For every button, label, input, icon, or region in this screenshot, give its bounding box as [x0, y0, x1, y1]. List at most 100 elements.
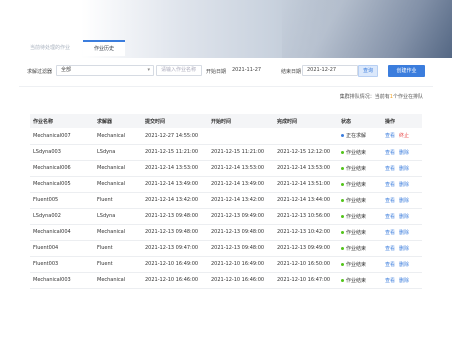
actions-cell: 查看 删除 [382, 176, 422, 193]
status-dot-icon [341, 246, 344, 250]
tab-bar: 当前待处理的作业 作业历史 [19, 40, 127, 56]
start-date-input[interactable]: 2021-11-27 [227, 65, 283, 76]
create-job-button[interactable]: 创建作业 [388, 65, 425, 77]
start-time-cell: 2021-12-13 09:48:00 [208, 240, 274, 257]
actions-cell: 查看 删除 [382, 240, 422, 257]
status-dot-icon [341, 198, 344, 202]
job-name-cell: Mechanical005 [30, 176, 94, 193]
job-name-cell: Mechanical007 [30, 128, 94, 145]
status-cell: 作业结束 [338, 256, 382, 273]
submit-time-cell: 2021-12-10 16:49:00 [142, 256, 208, 273]
job-name-input[interactable]: 请输入作业名称 [156, 65, 202, 76]
start-date-label: 开始日期 [206, 69, 227, 75]
solver-cell: Fluent [94, 192, 142, 209]
status-dot-icon [341, 214, 344, 218]
status-badge: 作业结束 [346, 165, 367, 172]
table-row: Mechanical007 Mechanical 2021-12-27 14:55:… [30, 128, 422, 145]
status-cell: 作业结束 [338, 224, 382, 241]
view-link[interactable]: 查看 [385, 278, 395, 284]
delete-link[interactable]: 删除 [399, 262, 409, 268]
start-time-cell: 2021-12-15 11:21:00 [208, 144, 274, 161]
submit-time-cell: 2021-12-15 11:21:00 [142, 144, 208, 161]
status-cell: 作业结束 [338, 160, 382, 177]
solver-cell: LSdyna [94, 208, 142, 225]
solver-filter-value: 全部 [61, 67, 72, 73]
solver-cell: Mechanical [94, 160, 142, 177]
status-dot-icon [341, 134, 344, 138]
job-name-cell: Mechanical004 [30, 224, 94, 241]
actions-cell: 查看 删除 [382, 224, 422, 241]
col-submit-time[interactable]: 提交时间 [142, 114, 208, 128]
status-dot-icon [341, 166, 344, 170]
delete-link[interactable]: 删除 [399, 150, 409, 156]
view-link[interactable]: 查看 [385, 133, 395, 139]
start-time-cell [208, 128, 274, 145]
status-badge: 作业结束 [346, 181, 367, 188]
status-cell: 作业结束 [338, 176, 382, 193]
status-dot-icon [341, 150, 344, 154]
submit-time-cell: 2021-12-27 14:55:00 [142, 128, 208, 145]
col-status[interactable]: 状态 [338, 114, 382, 128]
delete-link[interactable]: 删除 [399, 214, 409, 220]
end-time-cell: 2021-12-14 13:51:00 [274, 176, 338, 193]
col-end-time[interactable]: 完成时间 [274, 114, 338, 128]
tab-job-history[interactable]: 作业历史 [83, 40, 126, 56]
status-badge: 正在求解 [346, 133, 367, 140]
chevron-down-icon: ▾ [147, 67, 150, 73]
status-badge: 作业结束 [346, 245, 367, 252]
status-cell: 作业结束 [338, 208, 382, 225]
start-time-cell: 2021-12-13 09:49:00 [208, 208, 274, 225]
table-row: LSdyna003 LSdyna 2021-12-15 11:21:00 2021-1… [30, 144, 422, 161]
delete-link[interactable]: 删除 [399, 246, 409, 252]
solver-filter-select[interactable]: 全部 ▾ [56, 65, 154, 76]
actions-cell: 查看 删除 [382, 272, 422, 289]
status-badge: 作业结束 [346, 197, 367, 204]
end-time-cell: 2021-12-13 10:42:00 [274, 224, 338, 241]
table-row: Fluent003 Fluent 2021-12-10 16:49:00 2021-1… [30, 256, 422, 273]
terminate-link[interactable]: 终止 [399, 133, 409, 139]
job-history-panel: 集群排队情况：当前有1个作业在排队 作业名称 求解器 提交时间 开始时间 完成时… [19, 86, 433, 341]
end-time-cell: 2021-12-10 16:50:00 [274, 256, 338, 273]
view-link[interactable]: 查看 [385, 166, 395, 172]
col-start-time[interactable]: 开始时间 [208, 114, 274, 128]
view-link[interactable]: 查看 [385, 262, 395, 268]
tab-pending-jobs[interactable]: 当前待处理的作业 [19, 40, 82, 56]
delete-link[interactable]: 删除 [399, 198, 409, 204]
table-row: Mechanical003 Mechanical 2021-12-10 16:46:… [30, 272, 422, 289]
filter-bar: 求解过滤器 全部 ▾ 请输入作业名称 开始日期 2021-11-27 结束日期 … [19, 58, 433, 84]
actions-cell: 查看 删除 [382, 256, 422, 273]
table-row: Mechanical004 Mechanical 2021-12-13 09:48:… [30, 224, 422, 241]
start-time-cell: 2021-12-13 09:48:00 [208, 224, 274, 241]
queue-prefix: 集群排队情况：当前有 [339, 94, 390, 100]
view-link[interactable]: 查看 [385, 198, 395, 204]
view-link[interactable]: 查看 [385, 230, 395, 236]
submit-time-cell: 2021-12-13 09:47:00 [142, 240, 208, 257]
query-button[interactable]: 查询 [358, 65, 378, 77]
col-solver[interactable]: 求解器 [94, 114, 142, 128]
solver-cell: LSdyna [94, 144, 142, 161]
delete-link[interactable]: 删除 [399, 230, 409, 236]
end-date-input[interactable]: 2021-12-27 [302, 65, 358, 76]
view-link[interactable]: 查看 [385, 150, 395, 156]
start-time-cell: 2021-12-14 13:49:00 [208, 176, 274, 193]
status-badge: 作业结束 [346, 229, 367, 236]
status-dot-icon [341, 278, 344, 282]
table-row: Fluent004 Fluent 2021-12-13 09:47:00 2021-1… [30, 240, 422, 257]
view-link[interactable]: 查看 [385, 182, 395, 188]
submit-time-cell: 2021-12-14 13:53:00 [142, 160, 208, 177]
delete-link[interactable]: 删除 [399, 182, 409, 188]
table-header-row: 作业名称 求解器 提交时间 开始时间 完成时间 状态 操作 [30, 114, 422, 128]
delete-link[interactable]: 删除 [399, 278, 409, 284]
submit-time-cell: 2021-12-14 13:49:00 [142, 176, 208, 193]
delete-link[interactable]: 删除 [399, 166, 409, 172]
status-cell: 正在求解 [338, 128, 382, 145]
view-link[interactable]: 查看 [385, 214, 395, 220]
actions-cell: 查看 删除 [382, 144, 422, 161]
end-time-cell: 2021-12-13 09:49:00 [274, 240, 338, 257]
col-job-name[interactable]: 作业名称 [30, 114, 94, 128]
view-link[interactable]: 查看 [385, 246, 395, 252]
actions-cell: 查看 删除 [382, 192, 422, 209]
job-table-body: Mechanical007 Mechanical 2021-12-27 14:55:… [30, 128, 422, 289]
end-time-cell: 2021-12-15 12:12:00 [274, 144, 338, 161]
status-badge: 作业结束 [346, 277, 367, 284]
